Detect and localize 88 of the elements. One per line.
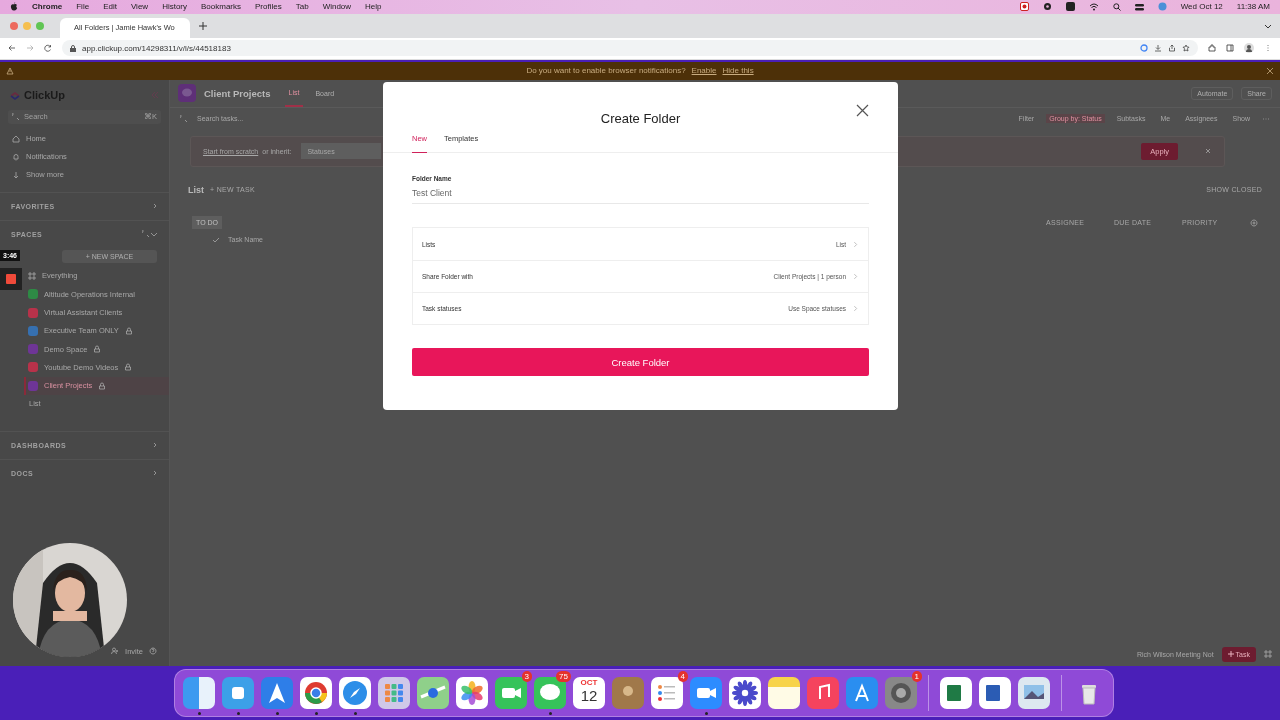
chevron-right-icon [852, 240, 859, 248]
grid-icon [28, 271, 36, 280]
address-book-icon[interactable] [612, 677, 644, 710]
split-square-icon[interactable] [183, 677, 215, 710]
add-icon [1250, 218, 1258, 227]
checklist-icon[interactable] [651, 677, 683, 710]
grid-icon [1264, 650, 1272, 659]
address-bar[interactable]: app.clickup.com/14298311/v/l/s/44518183 [62, 40, 1198, 57]
list-title: List [188, 184, 204, 195]
lock-icon [70, 44, 76, 52]
spreadsheet-icon[interactable] [940, 677, 972, 710]
letter-a-icon[interactable] [846, 677, 878, 710]
page-title: Client Projects [204, 87, 271, 99]
compass-icon[interactable] [339, 677, 371, 710]
menu-item[interactable]: Bookmarks [201, 2, 242, 12]
help-icon [149, 647, 157, 656]
arrow-down-icon [12, 170, 20, 179]
download-icon [1154, 44, 1162, 53]
notification-link[interactable]: Enable [691, 66, 717, 76]
music-note-icon[interactable] [807, 677, 839, 710]
bell-icon [12, 152, 20, 161]
new-tab-icon[interactable] [198, 20, 208, 31]
notification-badge: 4 [677, 671, 688, 683]
app-menu[interactable]: Chrome [32, 2, 63, 12]
check-icon [212, 235, 220, 244]
notification-message: Do you want to enable browser notifications? [526, 66, 686, 76]
menu-time[interactable]: 11:38 AM [1236, 2, 1270, 12]
map-icon[interactable] [417, 677, 449, 710]
menu-item[interactable]: Edit [103, 2, 117, 12]
notepad-icon[interactable] [768, 677, 800, 710]
chevron-right-icon [152, 442, 158, 449]
calendar-month: OCT [580, 678, 598, 688]
chevron-right-icon [152, 203, 158, 210]
speech-bubble-icon[interactable] [534, 677, 566, 710]
g-logo-icon[interactable] [1140, 44, 1148, 53]
profile-icon[interactable] [1244, 43, 1254, 54]
notification-link[interactable]: Hide this [722, 66, 754, 76]
chevron-right-icon [852, 273, 859, 280]
menu-item[interactable]: Profiles [255, 2, 282, 12]
menu-date[interactable]: Wed Oct 12 [1180, 2, 1223, 12]
notification-badge: 75 [556, 671, 571, 683]
notification-badge: 1 [911, 671, 922, 683]
close-icon[interactable] [856, 104, 869, 117]
gear-icon[interactable] [1042, 2, 1052, 12]
back-icon [8, 44, 16, 53]
create-folder-button[interactable]: Create Folder [412, 348, 869, 376]
calendar-icon[interactable]: OCT 12 [573, 677, 605, 710]
stop-recording-button[interactable] [0, 267, 22, 290]
home-icon [12, 134, 20, 143]
notification-badge: 3 [521, 671, 532, 683]
menu-item[interactable]: History [162, 2, 187, 12]
toggles-icon[interactable] [1134, 3, 1144, 11]
logo-icon [10, 89, 20, 100]
warning-icon [6, 66, 14, 75]
flower-icon[interactable] [456, 677, 488, 710]
menu-item[interactable]: View [130, 2, 149, 12]
video-camera-icon[interactable] [495, 677, 527, 710]
share-icon [1168, 44, 1176, 53]
chevron-right-icon [152, 470, 158, 477]
apple-icon[interactable] [10, 2, 18, 12]
star-icon [1182, 44, 1190, 53]
chat-bubble-icon [178, 84, 196, 103]
forward-icon [26, 44, 34, 53]
grid-icon[interactable] [378, 677, 410, 710]
video-camera-icon[interactable] [690, 677, 722, 710]
menu-item[interactable]: File [76, 2, 90, 12]
person-add-icon [111, 647, 120, 656]
menu-item[interactable]: Help [365, 2, 382, 12]
calendar-day: 12 [580, 687, 598, 705]
close-icon [1204, 147, 1212, 156]
sidebar-icon [1226, 44, 1234, 53]
photo-viewer-icon[interactable] [1018, 677, 1050, 710]
close-icon [1266, 66, 1274, 75]
circle-logo-icon[interactable] [300, 677, 332, 710]
more-icon [1264, 44, 1272, 53]
record-icon[interactable] [1019, 2, 1029, 12]
square-icon[interactable] [1065, 2, 1075, 12]
menu-item[interactable]: Tab [295, 2, 309, 12]
menu-item[interactable]: Window [322, 2, 352, 12]
plus-icon [1227, 651, 1234, 658]
reload-icon [44, 44, 52, 53]
sunburst-icon[interactable] [729, 677, 761, 710]
dialog-title: Create Folder [600, 111, 681, 126]
wifi-icon[interactable] [1088, 3, 1099, 11]
document-icon[interactable] [979, 677, 1011, 710]
chevron-down-icon [150, 230, 158, 239]
collapse-icon [151, 90, 159, 99]
chevron-right-icon [852, 305, 859, 312]
